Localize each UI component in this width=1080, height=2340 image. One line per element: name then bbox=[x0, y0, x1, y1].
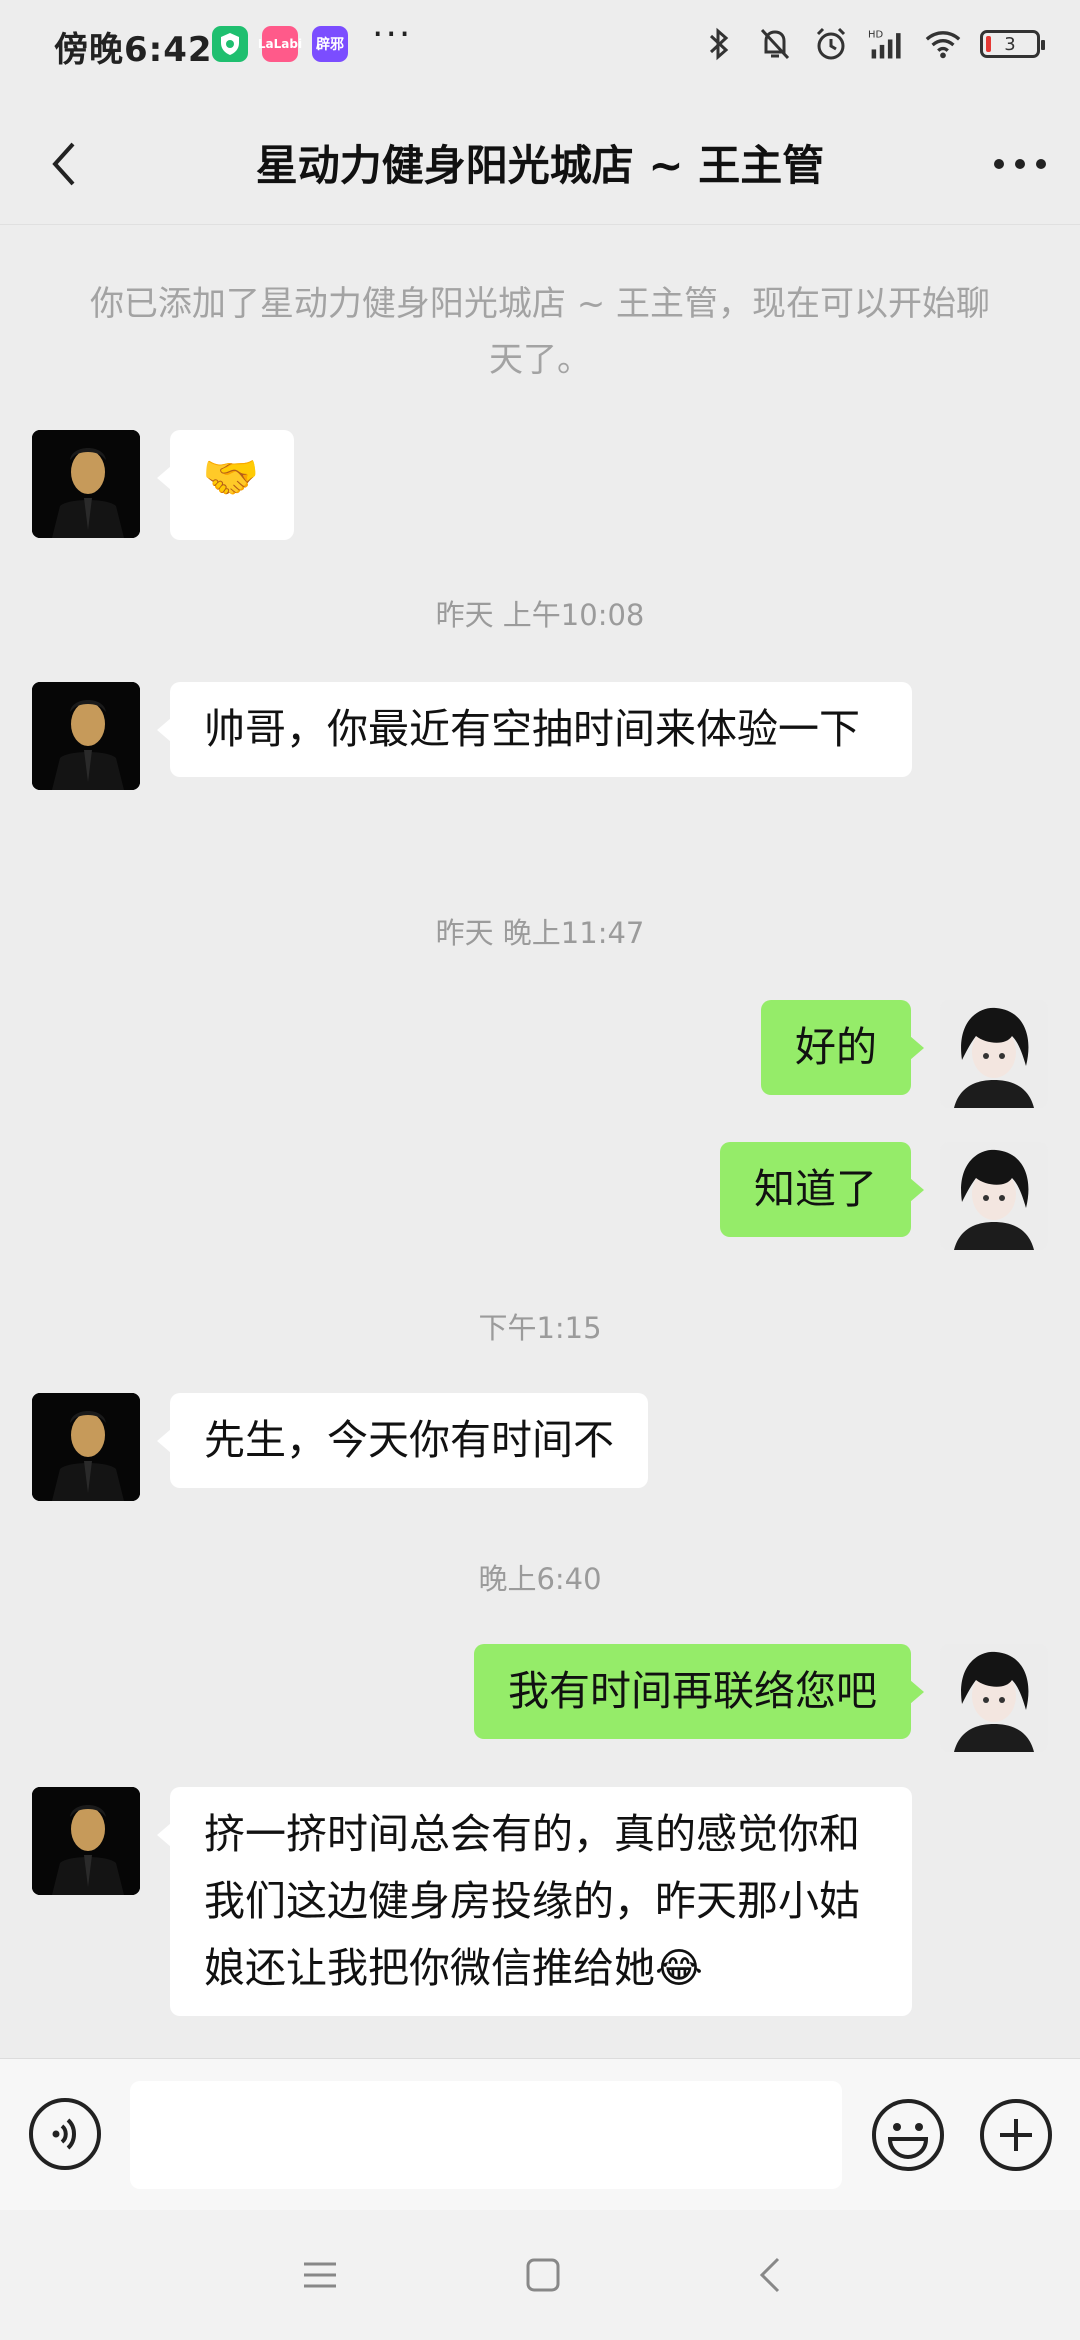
contact-avatar[interactable] bbox=[32, 1787, 140, 1895]
plus-icon bbox=[980, 2099, 1052, 2171]
timestamp: 昨天 晚上11:47 bbox=[435, 916, 645, 950]
message-text: 挤一挤时间总会有的，真的感觉你和我们这边健身房投缘的，昨天那小姑娘还让我把你微信… bbox=[204, 1810, 860, 1992]
contact-avatar[interactable] bbox=[32, 430, 140, 538]
battery-level: 3 bbox=[1004, 33, 1016, 55]
back-button[interactable] bbox=[34, 134, 94, 194]
self-avatar[interactable] bbox=[940, 1142, 1048, 1250]
timestamp: 下午1:15 bbox=[478, 1311, 602, 1345]
message-text: 我有时间再联络您吧 bbox=[508, 1667, 877, 1715]
message-bubble[interactable]: 好的 bbox=[761, 1000, 924, 1095]
emoji-icon bbox=[872, 2099, 944, 2171]
self-avatar[interactable] bbox=[940, 1644, 1048, 1752]
chat-title: 星动力健身阳光城店 ~ 王主管 bbox=[255, 141, 825, 190]
wifi-icon bbox=[924, 25, 962, 63]
message-text: 先生，今天你有时间不 bbox=[204, 1416, 614, 1464]
message-bubble[interactable]: 挤一挤时间总会有的，真的感觉你和我们这边健身房投缘的，昨天那小姑娘还让我把你微信… bbox=[157, 1787, 912, 2016]
more-notifications-icon: ··· bbox=[372, 14, 413, 55]
message-text: 帅哥，你最近有空抽时间来体验一下 bbox=[204, 705, 860, 753]
message-text: 🤝 bbox=[202, 450, 260, 504]
more-dots-icon bbox=[994, 159, 1046, 169]
contact-avatar[interactable] bbox=[32, 1393, 140, 1501]
message-bubble[interactable]: 先生，今天你有时间不 bbox=[157, 1393, 648, 1488]
back-nav-button[interactable] bbox=[740, 2250, 800, 2300]
signal-icon: HD bbox=[868, 25, 906, 63]
alarm-icon bbox=[812, 25, 850, 63]
system-nav-bar bbox=[0, 2210, 1080, 2340]
lalabi-app-icon: LaLabi bbox=[258, 26, 302, 62]
svg-text:HD: HD bbox=[868, 30, 883, 41]
message-input[interactable] bbox=[130, 2081, 842, 2189]
message-text: 好的 bbox=[795, 1023, 877, 1071]
battery-icon: 3 bbox=[980, 30, 1045, 58]
emoji-button[interactable] bbox=[870, 2097, 946, 2173]
video-app-icon: 辟邪 bbox=[312, 26, 348, 62]
mute-bell-icon bbox=[756, 25, 794, 63]
menu-nav-button[interactable] bbox=[290, 2250, 350, 2300]
message-text: 知道了 bbox=[754, 1165, 877, 1213]
message-bubble[interactable]: 知道了 bbox=[720, 1142, 924, 1237]
message-bubble[interactable]: 我有时间再联络您吧 bbox=[474, 1644, 924, 1739]
menu-icon bbox=[304, 2262, 336, 2288]
status-icons: HD 3 bbox=[700, 22, 1045, 66]
status-time: 傍晚6:42 bbox=[54, 30, 213, 70]
voice-icon bbox=[29, 2098, 101, 2170]
message-bubble[interactable]: 🤝 bbox=[157, 430, 294, 540]
timestamp: 晚上6:40 bbox=[478, 1562, 602, 1596]
contact-avatar[interactable] bbox=[32, 682, 140, 790]
status-bar: 傍晚6:42 LaLabi 辟邪 ··· HD 3 bbox=[0, 0, 1080, 90]
home-nav-button[interactable] bbox=[513, 2250, 573, 2300]
self-avatar[interactable] bbox=[940, 1000, 1048, 1108]
more-options-button[interactable] bbox=[988, 134, 1052, 194]
back-triangle-icon bbox=[759, 2257, 780, 2293]
bluetooth-icon bbox=[700, 25, 738, 63]
back-arrow-icon bbox=[52, 142, 75, 186]
message-bubble[interactable]: 帅哥，你最近有空抽时间来体验一下 bbox=[157, 682, 912, 777]
timestamp: 昨天 上午10:08 bbox=[435, 598, 645, 632]
shield-app-icon bbox=[212, 26, 248, 62]
header-divider bbox=[0, 224, 1080, 225]
system-note: 你已添加了星动力健身阳光城店 ~ 王主管，现在可以开始聊天了。 bbox=[89, 284, 991, 380]
more-functions-button[interactable] bbox=[978, 2097, 1054, 2173]
home-square-icon bbox=[526, 2258, 560, 2292]
chat-header: 星动力健身阳光城店 ~ 王主管 bbox=[0, 110, 1080, 218]
input-bar bbox=[0, 2058, 1080, 2211]
voice-button[interactable] bbox=[28, 2097, 102, 2171]
